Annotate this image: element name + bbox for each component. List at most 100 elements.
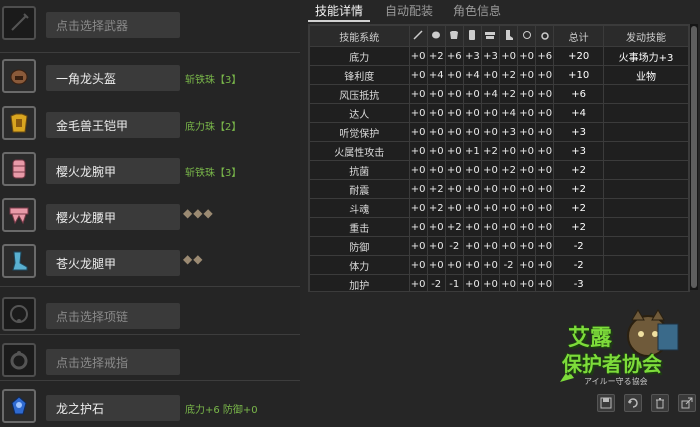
save-button[interactable] (597, 394, 615, 412)
skill-value: -2 (444, 236, 464, 256)
skill-name: 防御 (309, 236, 410, 256)
skill-value: +0 (462, 160, 482, 180)
table-row[interactable]: 抗菌 +0 +0 +0 +0 +0 +2 +0 +0 +2 (309, 160, 689, 180)
refresh-button[interactable] (624, 394, 642, 412)
equipment-row[interactable]: 一角龙头盔 斩铁珠【3】 (0, 57, 300, 97)
skill-value: +0 (444, 65, 464, 85)
equipment-label[interactable]: 樱火龙腰甲 (46, 204, 180, 230)
equipment-row[interactable]: 龙之护石 底力+6 防御+0 (0, 387, 300, 427)
equipment-label[interactable]: 点击选择项链 (46, 303, 180, 329)
skill-value: +0 (535, 65, 555, 85)
equipment-row[interactable]: 樱火龙腰甲 ◆◆◆ (0, 196, 300, 236)
equipment-label[interactable]: 点击选择武器 (46, 12, 180, 38)
skill-value: +0 (408, 46, 428, 66)
equipment-row[interactable]: 樱火龙腕甲 斩铁珠【3】 (0, 150, 300, 190)
equipment-row[interactable]: 金毛兽王铠甲 底力珠【2】 (0, 104, 300, 144)
weapon-icon[interactable] (2, 6, 36, 40)
equipment-label[interactable]: 龙之护石 (46, 395, 180, 421)
waist-armor-icon[interactable] (2, 198, 36, 232)
leg-armor-icon[interactable] (2, 244, 36, 278)
table-row[interactable]: 体力 +0 +0 +0 +0 +0 -2 +0 +0 -2 (309, 255, 689, 275)
active-skill (603, 141, 689, 161)
skill-value: +0 (480, 179, 501, 199)
skill-value: -2 (426, 274, 446, 291)
skill-value: +0 (444, 160, 464, 180)
skill-value: +0 (480, 255, 501, 275)
col-header-helmet-col-icon (426, 25, 446, 47)
table-row[interactable]: 耐震 +0 +2 +0 +0 +0 +0 +0 +0 +2 (309, 179, 689, 199)
skill-value: +0 (462, 274, 482, 291)
col-header-ring-col-icon (535, 25, 555, 47)
skill-value: +0 (517, 179, 537, 199)
table-row[interactable]: 达人 +0 +0 +0 +0 +0 +4 +0 +0 +4 (309, 103, 689, 123)
equipment-label[interactable]: 樱火龙腕甲 (46, 158, 180, 184)
equipment-row[interactable]: 点击选择武器 (0, 4, 300, 44)
skill-total: -2 (553, 236, 605, 256)
share-button[interactable] (678, 394, 696, 412)
equipment-label[interactable]: 苍火龙腿甲 (46, 250, 180, 276)
skill-value: +0 (499, 141, 519, 161)
table-row[interactable]: 听觉保护 +0 +0 +0 +0 +0 +3 +0 +0 +3 (309, 122, 689, 142)
skill-value: +0 (480, 103, 501, 123)
table-row[interactable]: 火属性攻击 +0 +0 +0 +1 +2 +0 +0 +0 +3 (309, 141, 689, 161)
table-row[interactable]: 防御 +0 +0 -2 +0 +0 +0 +0 +0 -2 (309, 236, 689, 256)
skill-value: +0 (444, 103, 464, 123)
table-scrollbar[interactable] (690, 24, 698, 290)
skill-value: +0 (517, 46, 537, 66)
scrollbar-thumb[interactable] (691, 26, 697, 288)
tab-auto-equip[interactable]: 自动配装 (378, 0, 440, 22)
table-row[interactable]: 风压抵抗 +0 +0 +0 +0 +4 +2 +0 +0 +6 (309, 84, 689, 104)
chest-armor-icon[interactable] (2, 106, 36, 140)
active-skill (603, 217, 689, 237)
skill-total: -3 (553, 274, 605, 291)
equipment-row[interactable]: 点击选择戒指 (0, 341, 300, 381)
skill-value: +0 (444, 179, 464, 199)
skill-total: +3 (553, 122, 605, 142)
skill-table: 技能系统 总计 发动技能 底力 +0 +2 +6 +3 +3 +0 +0 +6 +20 火事场力+3 锋… (308, 24, 690, 292)
skill-value: +0 (408, 160, 428, 180)
table-row[interactable]: 加护 +0 -2 -1 +0 +0 +0 +0 +0 -3 (309, 274, 689, 291)
divider (0, 334, 300, 335)
skill-name: 听觉保护 (309, 122, 410, 142)
equipment-row[interactable]: 点击选择项链 (0, 295, 300, 335)
col-header-active-skill: 发动技能 (603, 25, 689, 47)
skill-value: +0 (462, 236, 482, 256)
talisman-icon[interactable] (2, 389, 36, 423)
skill-value: +2 (444, 217, 464, 237)
table-row[interactable]: 底力 +0 +2 +6 +3 +3 +0 +0 +6 +20 火事场力+3 (309, 46, 689, 66)
equipment-row[interactable]: 苍火龙腿甲 ◆◆ (0, 242, 300, 282)
table-row[interactable]: 锋利度 +0 +4 +0 +4 +0 +2 +0 +0 +10 业物 (309, 65, 689, 85)
tab-bar: 技能详情 自动配装 角色信息 (308, 0, 700, 22)
equipment-label[interactable]: 点击选择戒指 (46, 349, 180, 375)
table-row[interactable]: 重击 +0 +0 +2 +0 +0 +0 +0 +0 +2 (309, 217, 689, 237)
delete-button[interactable] (651, 394, 669, 412)
skill-value: +0 (499, 236, 519, 256)
equipment-label[interactable]: 金毛兽王铠甲 (46, 112, 180, 138)
skill-value: -1 (444, 274, 464, 291)
ring-icon[interactable] (2, 343, 36, 377)
skill-value: +2 (426, 179, 446, 199)
col-header-necklace-col-icon (517, 25, 537, 47)
helmet-icon[interactable] (2, 59, 36, 93)
arm-col-icon (469, 29, 476, 40)
skill-value: +2 (426, 46, 446, 66)
skill-total: +2 (553, 160, 605, 180)
tab-character-info[interactable]: 角色信息 (446, 0, 508, 22)
skill-value: +0 (517, 84, 537, 104)
equipment-panel: 点击选择武器一角龙头盔 斩铁珠【3】 金毛兽王铠甲 底力珠【2】 樱火龙腕甲 斩铁珠【3】… (0, 0, 300, 423)
skill-value: +0 (517, 103, 537, 123)
necklace-icon[interactable] (2, 297, 36, 331)
table-row[interactable]: 斗魂 +0 +2 +0 +0 +0 +0 +0 +0 +2 (309, 198, 689, 218)
skill-value: +0 (535, 217, 555, 237)
tab-skill-details[interactable]: 技能详情 (308, 0, 370, 22)
skill-value: +0 (426, 103, 446, 123)
skill-total: +2 (553, 217, 605, 237)
skill-value: +4 (499, 103, 519, 123)
skill-value: +0 (408, 103, 428, 123)
arm-armor-icon[interactable] (2, 152, 36, 186)
skill-value: +2 (499, 160, 519, 180)
skill-value: +0 (426, 141, 446, 161)
equipment-label[interactable]: 一角龙头盔 (46, 65, 180, 91)
active-skill (603, 160, 689, 180)
skill-value: +0 (535, 160, 555, 180)
